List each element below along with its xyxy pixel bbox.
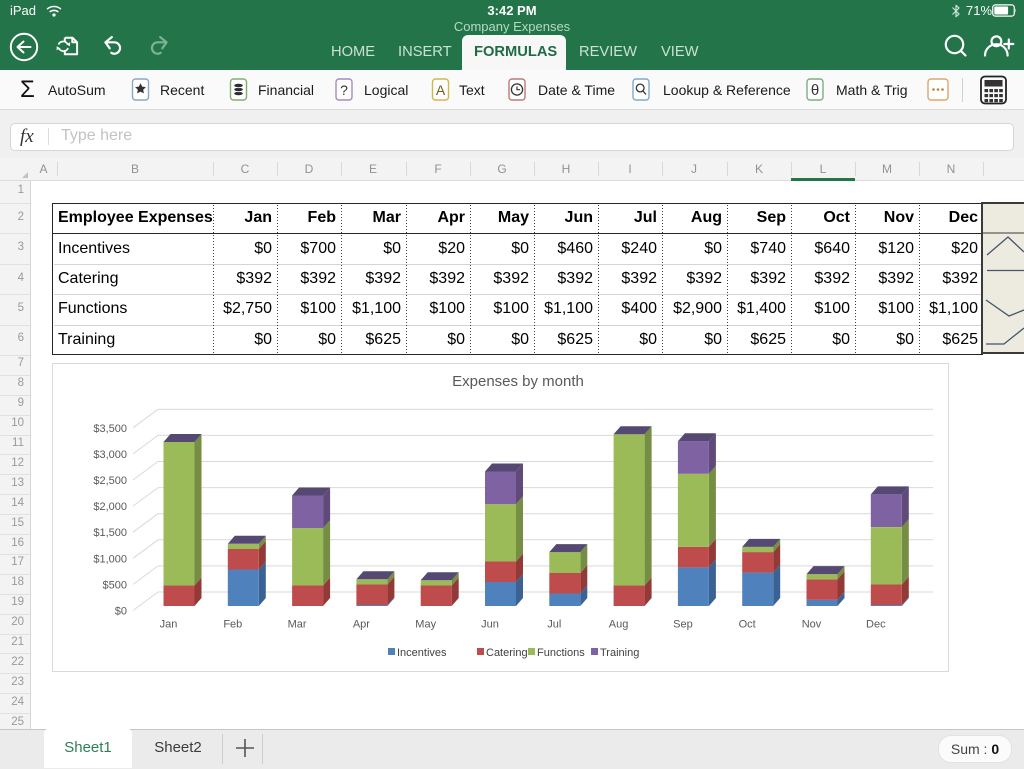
svg-text:Sep: Sep: [673, 619, 693, 631]
svg-text:Dec: Dec: [866, 619, 886, 631]
svg-text:May: May: [415, 619, 436, 631]
svg-text:Nov: Nov: [802, 619, 822, 631]
svg-text:$3,500: $3,500: [93, 423, 127, 435]
svg-text:Jun: Jun: [481, 619, 499, 631]
svg-text:Jul: Jul: [547, 619, 561, 631]
svg-text:$500: $500: [103, 579, 127, 591]
svg-text:Oct: Oct: [739, 619, 756, 631]
svg-text:A: A: [436, 82, 446, 98]
svg-text:Catering: Catering: [486, 647, 528, 659]
svg-text:Apr: Apr: [353, 619, 370, 631]
svg-text:?: ?: [340, 82, 348, 98]
svg-text:Expenses by month: Expenses by month: [452, 373, 584, 390]
svg-text:$2,000: $2,000: [93, 501, 127, 513]
svg-text:Feb: Feb: [223, 619, 242, 631]
svg-text:$1,500: $1,500: [93, 527, 127, 539]
svg-text:Mar: Mar: [288, 619, 307, 631]
svg-text:$0: $0: [115, 606, 127, 618]
svg-text:Functions: Functions: [537, 647, 585, 659]
svg-text:Training: Training: [600, 647, 639, 659]
svg-text:$2,500: $2,500: [93, 475, 127, 487]
svg-text:θ: θ: [811, 82, 819, 99]
svg-text:Aug: Aug: [609, 619, 629, 631]
svg-text:Jan: Jan: [160, 619, 178, 631]
svg-text:$1,000: $1,000: [93, 553, 127, 565]
svg-text:Incentives: Incentives: [397, 647, 447, 659]
svg-text:$3,000: $3,000: [93, 449, 127, 461]
